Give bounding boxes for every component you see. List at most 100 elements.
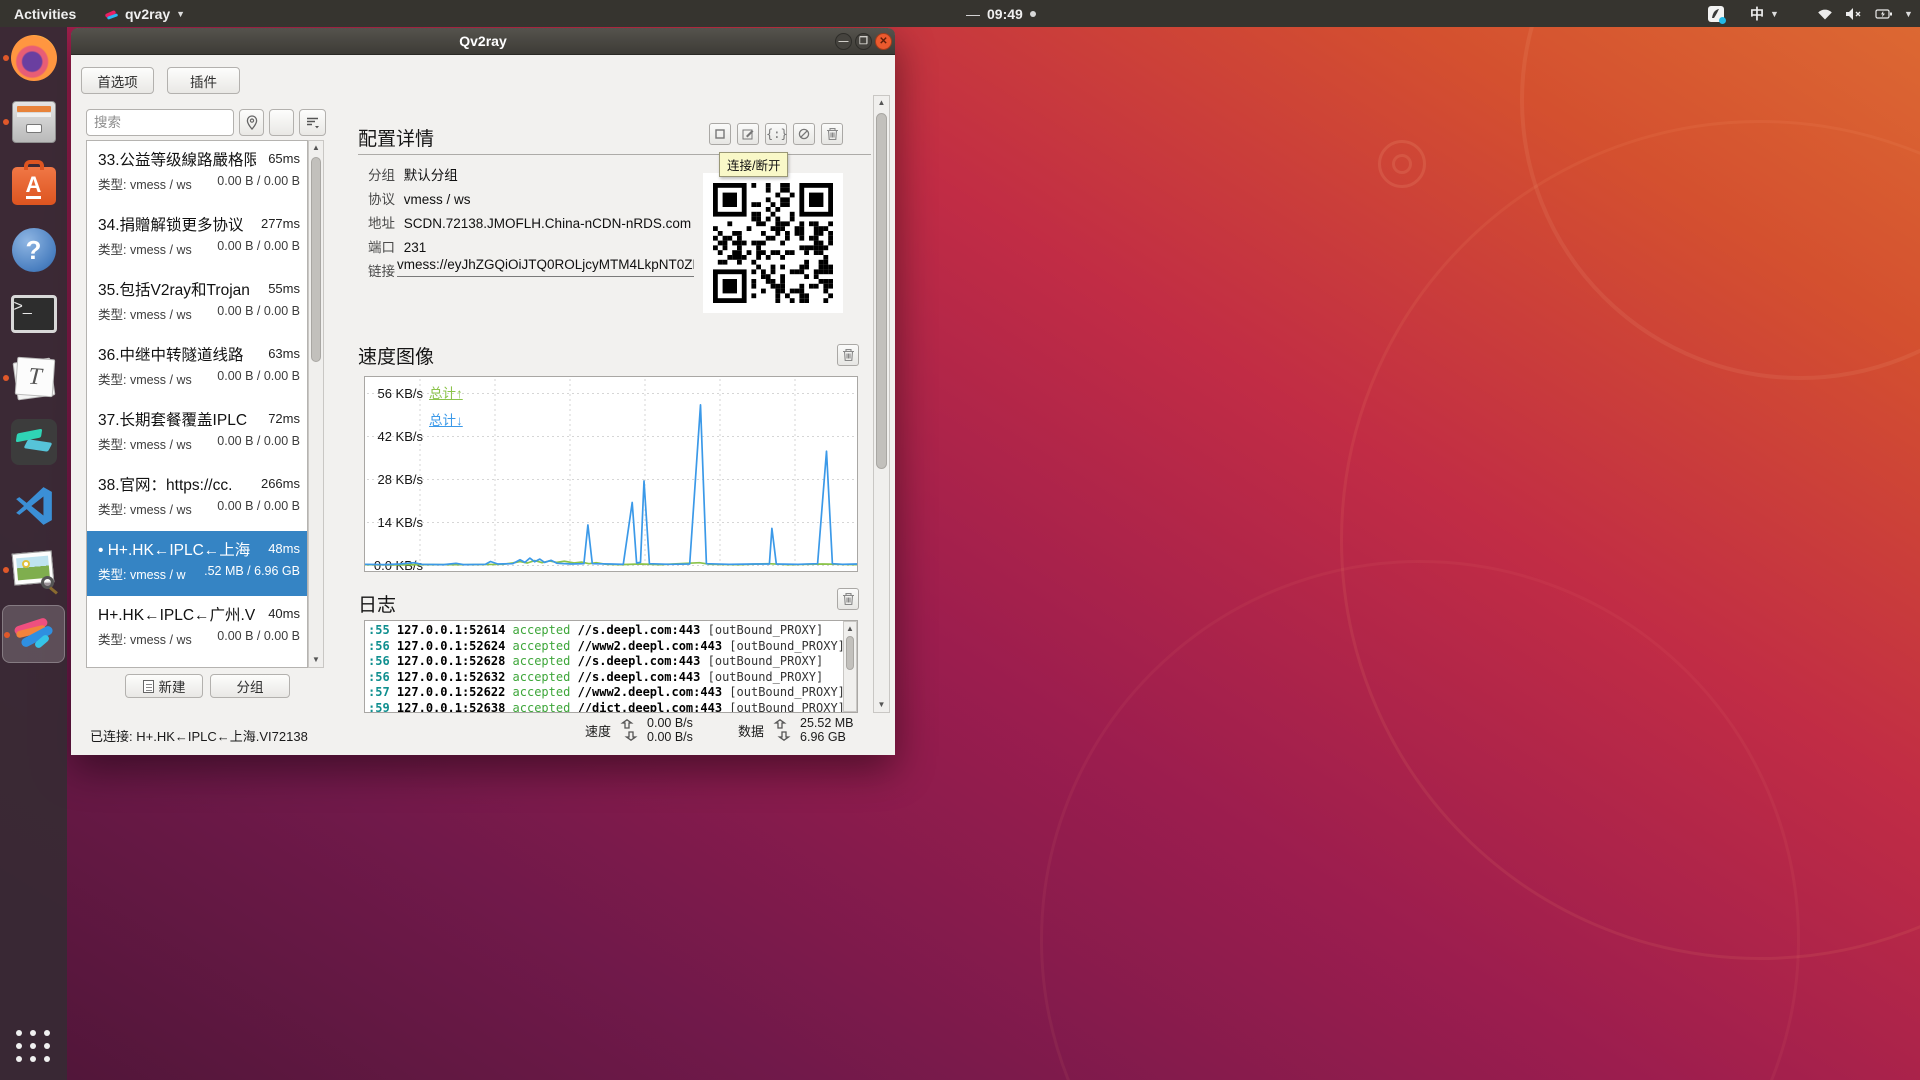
server-list-item[interactable]: H+.HK←IPLC← [87,661,307,668]
log-title: 日志 [358,590,396,617]
server-type: 类型: vmess / ws [98,499,192,518]
scroll-up-icon[interactable]: ▲ [844,622,856,636]
server-name: 36.中继中转隧道线路 [98,343,244,365]
search-input[interactable] [86,109,234,136]
server-name: 38.官网：https://cc. [98,473,232,495]
dock-item-terminal[interactable]: >_ [2,285,65,343]
close-button[interactable]: ✕ [875,33,892,50]
server-ping: 55ms [268,281,300,296]
notification-dot [1030,11,1036,17]
blank-button[interactable] [269,109,294,136]
connect-square-icon [715,129,725,139]
server-list-item[interactable]: 35.包括V2ray和Trojan 55ms 类型: vmess / ws 0.… [87,271,307,336]
new-connection-button[interactable]: 新建 [125,674,203,698]
server-list-item[interactable]: 33.公益等级線路嚴格限 65ms 类型: vmess / ws 0.00 B … [87,141,307,206]
chevron-down-icon: ▼ [1770,9,1779,19]
minimize-button[interactable]: — [835,33,852,50]
main-scrollbar[interactable]: ▲ ▼ [873,95,890,713]
data-status: 数据 25.52 MB 6.96 GB [738,716,854,744]
svg-text:14 KB/s: 14 KB/s [377,515,423,530]
input-method-icon[interactable] [1700,0,1732,27]
dock-item-screenshot-tool[interactable] [2,541,65,599]
server-ping: 63ms [268,346,300,361]
server-type: 类型: vmess / ws [98,629,192,648]
scroll-down-icon[interactable]: ▼ [309,653,323,667]
maximize-button[interactable]: ❒ [855,33,872,50]
plugins-button[interactable]: 插件 [167,67,240,94]
server-list-item[interactable]: H+.HK←IPLC←广州.V 40ms 类型: vmess / ws 0.00… [87,596,307,661]
connect-toggle-button[interactable] [709,123,731,145]
server-list-item[interactable]: 38.官网：https://cc. 266ms 类型: vmess / ws 0… [87,466,307,531]
dock-item-ubuntu-software[interactable]: A [2,157,65,215]
log-scrollbar[interactable]: ▲ [843,621,857,712]
detail-row-address: 地址 SCDN.72138.JMOFLH.China-nCDN-nRDS.com [368,212,691,232]
log-line: :56 127.0.0.1:52624 accepted //www2.deep… [368,639,843,655]
delete-config-button[interactable] [821,123,843,145]
server-traffic: 0.00 B / 0.00 B [217,629,300,648]
up-down-arrows-icon [619,719,639,741]
log-line: :56 127.0.0.1:52628 accepted //s.deepl.c… [368,654,843,670]
dock-item-vscode[interactable] [2,477,65,535]
wallpaper-ring-small [1378,140,1426,188]
data-down-value: 6.96 GB [800,730,854,744]
dock-item-firefox[interactable] [2,29,65,87]
dock-item-dev-tool[interactable] [2,413,65,471]
battery-icon [1875,8,1893,20]
running-indicator [3,567,9,573]
latency-test-button[interactable] [793,123,815,145]
detail-row-port: 端口 231 [368,236,426,256]
input-method-menu[interactable]: 中 ▼ [1742,0,1787,27]
chevron-down-icon: ▼ [176,9,185,19]
clock-menu[interactable]: — 09:49 [958,0,1044,27]
dock-item-text-editor[interactable]: T [2,349,65,407]
share-link-field[interactable]: vmess://eyJhZGQiOiJTQ0ROLjcyMTM4LkpNT0ZM… [397,257,694,277]
edit-json-button[interactable]: {:} [765,123,787,145]
server-type: 类型: vmess / w [98,564,186,583]
window-titlebar[interactable]: Qv2ray — ❒ ✕ [71,28,895,55]
group-button[interactable]: 分组 [210,674,290,698]
legend-upload[interactable]: 总计↑ [429,382,463,402]
preferences-button[interactable]: 首选项 [81,67,154,94]
scroll-down-icon[interactable]: ▼ [874,698,889,712]
wallpaper-ring-large [1340,120,1920,960]
chart-legend: 总计↑ 总计↓ [429,382,463,429]
wallpaper-ring-large2 [1040,560,1800,1080]
edit-button[interactable] [737,123,759,145]
connect-disconnect-tooltip: 连接/断开 [719,152,788,177]
server-traffic: 0.00 B / 0.00 B [217,434,300,453]
activities-button[interactable]: Activities [6,0,84,27]
svg-text:42 KB/s: 42 KB/s [377,429,423,444]
dock-item-files[interactable] [2,93,65,151]
dock-item-help[interactable]: ? [2,221,65,279]
server-list-item[interactable]: 34.捐贈解锁更多协议 277ms 类型: vmess / ws 0.00 B … [87,206,307,271]
running-indicator [3,375,9,381]
server-list-scrollbar[interactable]: ▲ ▼ [308,140,324,668]
system-tray[interactable]: ▼ [1808,0,1920,27]
clear-log-button[interactable] [837,588,859,610]
server-list-item[interactable]: 37.长期套餐覆盖IPLC 72ms 类型: vmess / ws 0.00 B… [87,401,307,466]
dock-item-qv2ray[interactable] [2,605,65,663]
server-ping: 48ms [268,541,300,556]
app-menu[interactable]: qv2ray ▼ [96,0,193,27]
window-title: Qv2ray [459,33,506,49]
server-list-item[interactable]: 36.中继中转隧道线路 63ms 类型: vmess / ws 0.00 B /… [87,336,307,401]
server-list-item[interactable]: • H+.HK←IPLC←上海 48ms 类型: vmess / w .52 M… [87,531,307,596]
server-traffic: 0.00 B / 0.00 B [217,499,300,518]
delete-icon [826,127,839,141]
delete-icon [842,592,855,606]
speed-up-value: 0.00 B/s [647,716,693,730]
scroll-up-icon[interactable]: ▲ [874,96,889,110]
speaker-muted-icon [1845,7,1864,21]
data-up-value: 25.52 MB [800,716,854,730]
show-applications-button[interactable] [2,1017,65,1075]
log-line: :56 127.0.0.1:52632 accepted //s.deepl.c… [368,670,843,686]
clear-graph-button[interactable] [837,344,859,366]
sort-filter-button[interactable] [299,109,326,136]
scroll-up-icon[interactable]: ▲ [309,141,323,155]
legend-download[interactable]: 总计↓ [429,409,463,429]
server-name: • H+.HK←IPLC←上海 [98,538,250,560]
server-name: 35.包括V2ray和Trojan [98,278,250,300]
server-traffic: .52 MB / 6.96 GB [204,564,300,583]
server-traffic: 0.00 B / 0.00 B [217,174,300,193]
locate-button[interactable] [239,109,264,136]
